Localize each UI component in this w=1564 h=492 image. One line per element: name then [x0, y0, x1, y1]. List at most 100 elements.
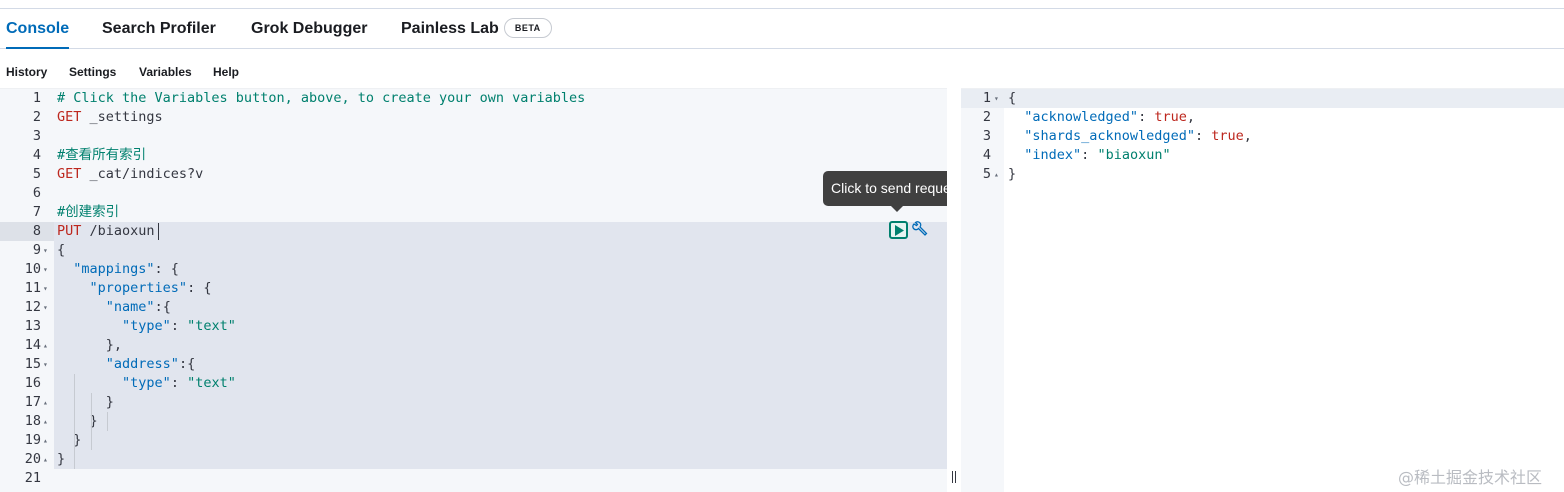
code-line: 19 ▴ } [0, 431, 947, 450]
line-number: 1 [32, 90, 41, 106]
line-number: 14 [24, 337, 41, 353]
code-line: 4 #查看所有索引 [0, 146, 947, 165]
line-number: 3 [32, 128, 41, 144]
menu-help[interactable]: Help [213, 58, 239, 86]
line-number: 12 [24, 299, 41, 315]
code-text: "type": "text" [122, 375, 236, 391]
code-text: GET _cat/indices?v [57, 166, 204, 182]
code-line: 1 # Click the Variables button, above, to… [0, 89, 947, 108]
indent-guide [74, 374, 75, 469]
fold-close-icon[interactable]: ▴ [994, 165, 1004, 184]
code-line: 1 ▾{ [961, 89, 1564, 108]
line-number: 19 [24, 432, 41, 448]
fold-open-icon[interactable]: ▾ [994, 89, 1004, 108]
line-number: 11 [24, 280, 41, 296]
menu-settings[interactable]: Settings [69, 58, 116, 86]
fold-close-icon[interactable]: ▴ [43, 450, 53, 469]
tab-grok-debugger-label: Grok Debugger [251, 20, 368, 37]
line-number: 6 [32, 185, 41, 201]
line-number: 2 [982, 109, 991, 125]
panel-resizer[interactable] [947, 88, 961, 492]
code-line: 16 "type": "text" [0, 374, 947, 393]
code-line: 10 ▾ "mappings": { [0, 260, 947, 279]
tab-console-label: Console [6, 20, 70, 37]
fold-open-icon[interactable]: ▾ [43, 355, 53, 374]
code-line: 20 ▴} [0, 450, 947, 469]
request-actions-button[interactable] [911, 221, 928, 239]
code-text: "acknowledged": true, [1024, 109, 1195, 125]
line-number: 9 [32, 242, 41, 258]
code-text: }, [57, 337, 123, 353]
code-line: 5 GET _cat/indices?v [0, 165, 947, 184]
line-number: 21 [24, 470, 41, 486]
code-line: 2 GET _settings [0, 108, 947, 127]
code-line: 2 "acknowledged": true, [961, 108, 1564, 127]
fold-close-icon[interactable]: ▴ [43, 393, 53, 412]
fold-close-icon[interactable]: ▴ [43, 412, 53, 431]
wrench-icon [912, 221, 928, 236]
code-text: } [57, 451, 66, 467]
code-line: 7 #创建索引 [0, 203, 947, 222]
text-cursor [158, 223, 159, 240]
code-line: 8 PUT /biaoxun [0, 222, 947, 241]
line-number: 1 [982, 90, 991, 106]
code-line: 13 "type": "text" [0, 317, 947, 336]
fold-close-icon[interactable]: ▴ [43, 431, 53, 450]
tab-painless-lab[interactable]: Painless Lab BETA [401, 10, 552, 49]
fold-open-icon[interactable]: ▾ [43, 279, 53, 298]
code-text: "address":{ [105, 356, 196, 372]
indent-guide [107, 412, 108, 431]
code-text: "index": "biaoxun" [1024, 147, 1171, 163]
line-number: 16 [24, 375, 41, 391]
menu-variables[interactable]: Variables [139, 58, 192, 86]
fold-open-icon[interactable]: ▾ [43, 260, 53, 279]
line-number: 4 [32, 147, 41, 163]
code-text: } [57, 394, 114, 410]
code-text: { [1008, 90, 1017, 106]
line-number: 7 [32, 204, 41, 220]
code-text: "mappings": { [73, 261, 179, 277]
line-number: 3 [982, 128, 991, 144]
code-text: { [57, 242, 66, 258]
tab-painless-lab-label: Painless Lab [401, 20, 499, 37]
menu-history[interactable]: History [6, 58, 47, 86]
line-number: 8 [32, 223, 41, 239]
code-text: "properties": { [89, 280, 212, 296]
code-line: 18 ▴ } [0, 412, 947, 431]
fold-open-icon[interactable]: ▾ [43, 298, 53, 317]
code-text: "type": "text" [122, 318, 236, 334]
indent-guide [91, 393, 92, 450]
code-line: 3 "shards_acknowledged": true, [961, 127, 1564, 146]
code-text: # Click the Variables button, above, to … [57, 90, 586, 106]
line-number: 20 [24, 451, 41, 467]
line-number: 4 [982, 147, 991, 163]
code-line: 6 [0, 184, 947, 203]
request-editor[interactable]: 1 # Click the Variables button, above, to… [0, 88, 947, 492]
code-text: PUT /biaoxun [57, 223, 155, 239]
code-text: #查看所有索引 [57, 147, 147, 163]
code-line: 11 ▾ "properties": { [0, 279, 947, 298]
code-text: GET _settings [57, 109, 163, 125]
response-output[interactable]: 1 ▾{2 "acknowledged": true, 3 "shards_ackn… [961, 88, 1564, 492]
tab-grok-debugger[interactable]: Grok Debugger [251, 10, 367, 49]
tab-search-profiler[interactable]: Search Profiler [102, 10, 216, 49]
line-number: 13 [24, 318, 41, 334]
fold-close-icon[interactable]: ▴ [43, 336, 53, 355]
fold-open-icon[interactable]: ▾ [43, 241, 53, 260]
line-number: 18 [24, 413, 41, 429]
code-line: 12 ▾ "name":{ [0, 298, 947, 317]
resizer-grip-icon [952, 471, 956, 483]
code-text: "shards_acknowledged": true, [1024, 128, 1252, 144]
line-number: 2 [32, 109, 41, 125]
tab-search-profiler-label: Search Profiler [102, 20, 216, 37]
dev-tools-tabs: Console Search Profiler Grok Debugger Pa… [0, 10, 1564, 49]
tab-console[interactable]: Console [6, 10, 70, 49]
line-number: 5 [32, 166, 41, 182]
code-line: 3 [0, 127, 947, 146]
top-border [0, 0, 1564, 9]
line-number: 17 [24, 394, 41, 410]
line-number: 15 [24, 356, 41, 372]
send-request-button[interactable] [889, 221, 908, 239]
code-line: 21 [0, 469, 947, 488]
code-line: 17 ▴ } [0, 393, 947, 412]
